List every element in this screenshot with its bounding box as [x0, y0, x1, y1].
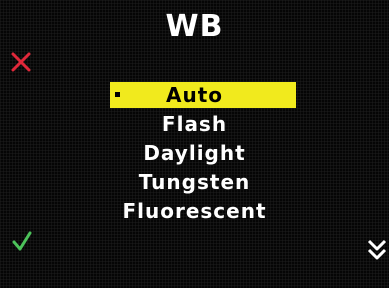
- menu-item-label: Tungsten: [138, 170, 251, 194]
- selection-marker: [115, 92, 120, 97]
- x-icon: [11, 52, 31, 72]
- menu-item-daylight[interactable]: Daylight: [0, 140, 389, 166]
- menu-item-label: Flash: [161, 112, 228, 136]
- wb-screen: WB Auto Flash Daylight Tungsten Fluoresc…: [0, 0, 389, 288]
- menu-item-label: Daylight: [143, 141, 246, 165]
- menu-item-fluorescent[interactable]: Fluorescent: [0, 198, 389, 224]
- menu-item-auto[interactable]: Auto: [0, 82, 389, 108]
- checkmark-icon: [12, 231, 32, 251]
- menu-item-tungsten[interactable]: Tungsten: [0, 169, 389, 195]
- scroll-down-button[interactable]: [366, 238, 388, 262]
- cancel-button[interactable]: [10, 52, 32, 72]
- menu-item-flash[interactable]: Flash: [0, 111, 389, 137]
- double-chevron-down-icon: [367, 239, 387, 260]
- confirm-button[interactable]: [11, 230, 33, 252]
- menu-item-label: Auto: [165, 83, 224, 107]
- menu-item-label: Fluorescent: [122, 199, 267, 223]
- page-title: WB: [165, 9, 224, 44]
